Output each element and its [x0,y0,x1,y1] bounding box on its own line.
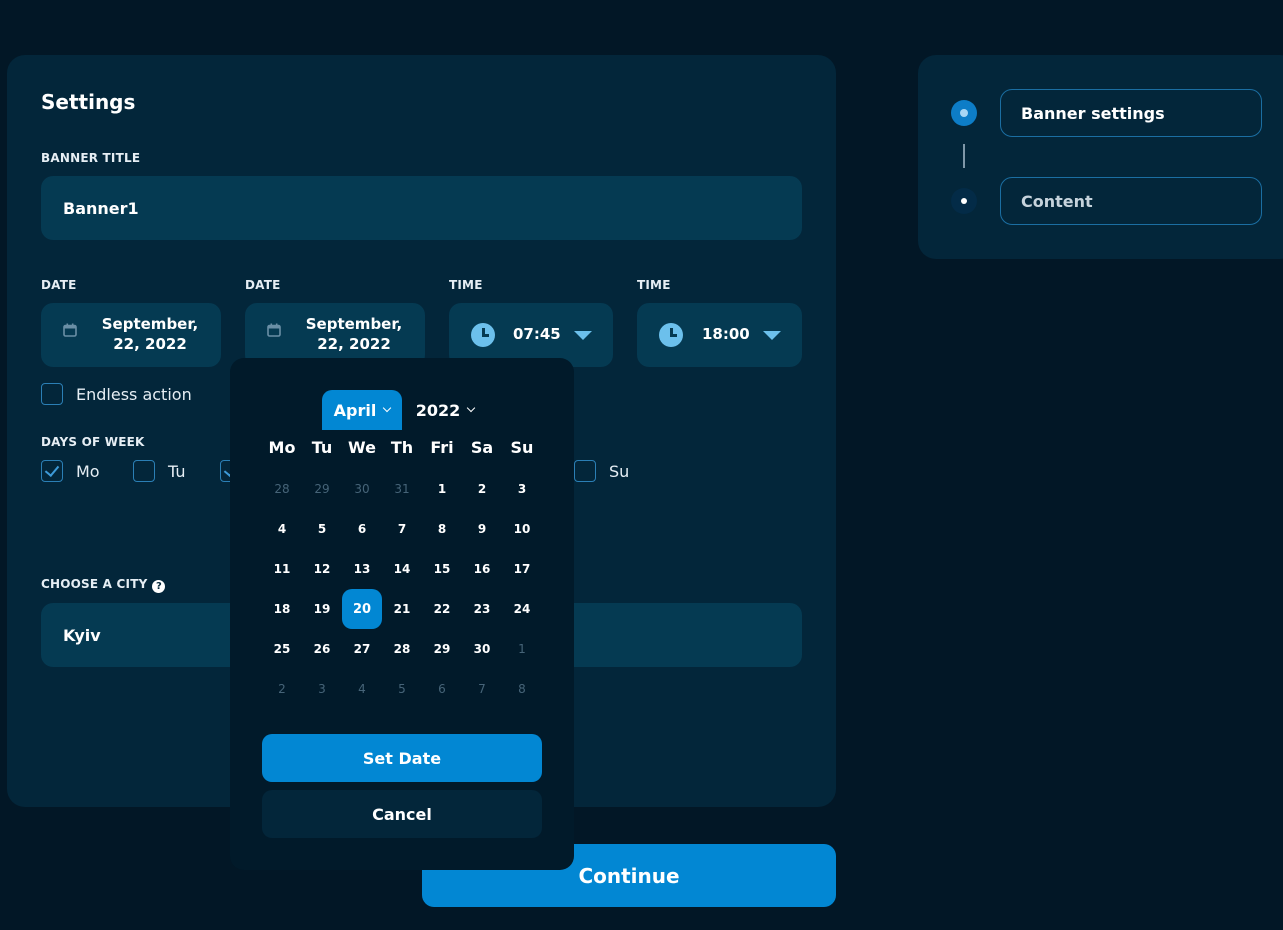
calendar-day[interactable]: 14 [382,549,422,589]
calendar-day[interactable]: 11 [262,549,302,589]
question-circle-icon[interactable]: ? [152,580,166,593]
start-date-value: September, 22, 2022 [101,315,199,353]
day-checkbox-su[interactable] [574,460,596,482]
calendar-day[interactable]: 30 [342,469,382,509]
weekday-header: Sa [470,438,494,457]
calendar-day[interactable]: 22 [422,589,462,629]
calendar-day[interactable]: 12 [302,549,342,589]
weekday-header: Fri [430,438,454,457]
clock-icon [471,323,495,347]
calendar-day[interactable]: 7 [382,509,422,549]
step-content[interactable]: Content [1000,177,1262,225]
calendar-day[interactable]: 1 [502,629,542,669]
calendar-day[interactable]: 4 [342,669,382,709]
start-date-field[interactable]: September, 22, 2022 [41,303,221,367]
end-date-value: September, 22, 2022 [305,315,403,353]
calendar-day[interactable]: 31 [382,469,422,509]
calendar-day[interactable]: 2 [262,669,302,709]
calendar-day[interactable]: 13 [342,549,382,589]
endless-action-label: Endless action [76,385,192,404]
weekday-header: Th [390,438,414,457]
start-time-value: 07:45 [513,325,561,343]
calendar-day[interactable]: 28 [382,629,422,669]
calendar-day[interactable]: 30 [462,629,502,669]
step-indicator-active [951,100,977,126]
chevron-down-icon [467,403,476,413]
banner-title-label: BANNER TITLE [41,151,141,165]
year-select[interactable]: 2022 [410,390,480,430]
calendar-day[interactable]: 6 [422,669,462,709]
step-indicator-inactive [951,188,977,214]
page-title: Settings [41,90,136,114]
calendar-day[interactable]: 21 [382,589,422,629]
endless-action-checkbox[interactable] [41,383,63,405]
calendar-day[interactable]: 5 [382,669,422,709]
days-of-week-label: DAYS OF WEEK [41,435,145,449]
clock-icon [659,323,683,347]
calendar-day[interactable]: 3 [502,469,542,509]
steps-panel: Banner settings Content [918,55,1283,259]
calendar-day[interactable]: 16 [462,549,502,589]
start-time-label: TIME [449,278,483,292]
end-time-value: 18:00 [702,325,750,343]
calendar-icon [267,323,281,337]
month-select[interactable]: April [322,390,402,430]
calendar-day[interactable]: 2 [462,469,502,509]
step-banner-settings[interactable]: Banner settings [1000,89,1262,137]
day-label-mo: Mo [76,462,100,481]
banner-title-input[interactable]: Banner1 [41,176,802,240]
day-checkbox-tu[interactable] [133,460,155,482]
calendar-day[interactable]: 29 [422,629,462,669]
chevron-down-icon [383,403,392,413]
calendar-day[interactable]: 29 [302,469,342,509]
calendar-day[interactable]: 19 [302,589,342,629]
cancel-button[interactable]: Cancel [262,790,542,838]
calendar-day[interactable]: 25 [262,629,302,669]
calendar-day[interactable]: 4 [262,509,302,549]
end-time-label: TIME [637,278,671,292]
date-picker-popup: April 2022 Mo Tu We Th Fri Sa Su 28 29 30 31 1 2 3 4 5 6… [230,358,574,870]
calendar-day[interactable]: 8 [502,669,542,709]
caret-down-icon [574,331,592,340]
calendar-day[interactable]: 9 [462,509,502,549]
calendar-day[interactable]: 10 [502,509,542,549]
set-date-button[interactable]: Set Date [262,734,542,782]
end-date-label: DATE [245,278,281,292]
day-label-tu: Tu [168,462,186,481]
step-connector [963,144,965,168]
calendar-day[interactable]: 15 [422,549,462,589]
caret-down-icon [763,331,781,340]
month-value: April [333,400,377,420]
calendar-day[interactable]: 1 [422,469,462,509]
weekday-header: Mo [268,438,296,457]
weekday-header: Tu [311,438,333,457]
calendar-day[interactable]: 27 [342,629,382,669]
calendar-day[interactable]: 18 [262,589,302,629]
calendar-day[interactable]: 26 [302,629,342,669]
calendar-day[interactable]: 8 [422,509,462,549]
calendar-day[interactable]: 23 [462,589,502,629]
weekday-header: Su [510,438,534,457]
calendar-day[interactable]: 24 [502,589,542,629]
city-label: CHOOSE A CITY? [41,577,166,593]
calendar-day-selected[interactable]: 20 [342,589,382,629]
day-checkbox-mo[interactable] [41,460,63,482]
calendar-day[interactable]: 5 [302,509,342,549]
city-label-text: CHOOSE A CITY [41,577,148,591]
calendar-day[interactable]: 7 [462,669,502,709]
end-time-select[interactable]: 18:00 [637,303,802,367]
calendar-day[interactable]: 28 [262,469,302,509]
calendar-icon [63,323,77,337]
weekday-header: We [348,438,376,457]
day-label-su: Su [609,462,630,481]
calendar-day[interactable]: 17 [502,549,542,589]
calendar-day[interactable]: 3 [302,669,342,709]
start-date-label: DATE [41,278,77,292]
calendar-day[interactable]: 6 [342,509,382,549]
year-value: 2022 [415,400,461,420]
